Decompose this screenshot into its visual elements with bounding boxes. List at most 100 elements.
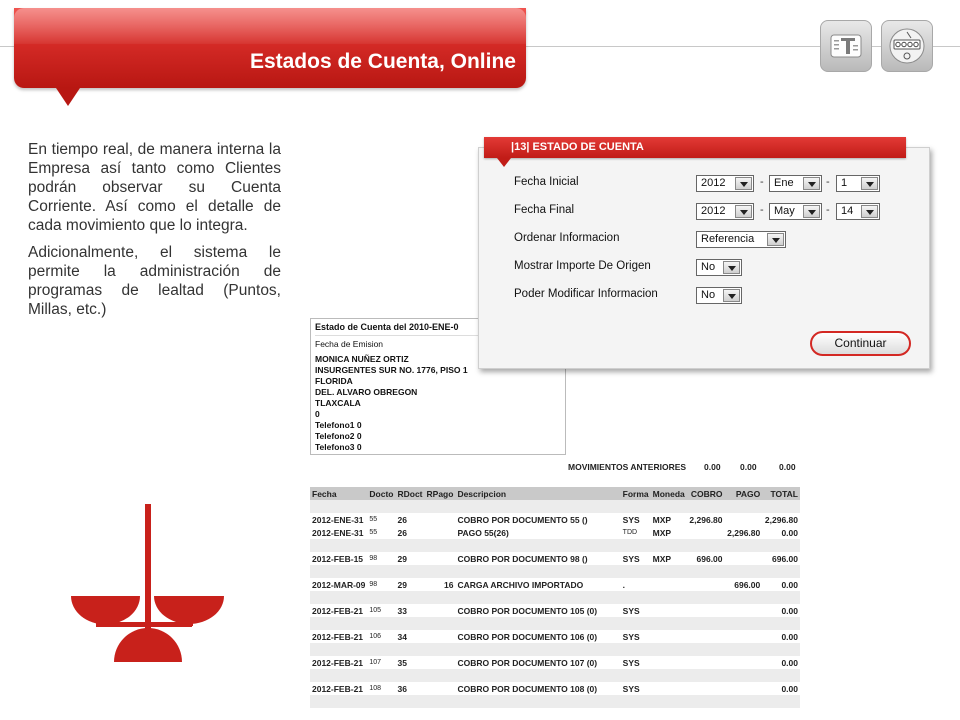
cell-pago <box>725 656 763 669</box>
chevron-down-icon <box>861 177 878 190</box>
cell-pago <box>725 604 763 617</box>
cell-desc: COBRO POR DOCUMENTO 105 (0) <box>457 605 598 616</box>
cell-fecha: 2012-MAR-09 <box>312 579 366 590</box>
spacer-cell <box>310 643 800 656</box>
cell-moneda <box>651 630 687 643</box>
date-separator: - <box>760 204 764 216</box>
cell-forma: TDD <box>622 529 638 536</box>
cell-fecha: 2012-FEB-15 <box>312 553 364 564</box>
cell-cobro <box>687 604 725 617</box>
label-ordenar: Ordenar Informacion <box>514 232 620 244</box>
cell-rdoct: 26 <box>397 514 407 525</box>
spacer-cell <box>310 500 800 513</box>
spacer-cell <box>310 669 800 682</box>
cell-docto: 107 <box>369 659 382 666</box>
select-value: 2012 <box>701 205 726 217</box>
date-separator: - <box>826 176 830 188</box>
customer-line: DEL. ALVARO OBREGON <box>315 387 418 397</box>
chevron-down-icon <box>723 289 740 302</box>
table-spacer-row <box>310 669 800 682</box>
fecha-inicial-day-select[interactable]: 1 <box>836 175 880 192</box>
table-spacer-row <box>310 617 800 630</box>
cell-pago: 2,296.80 <box>727 527 761 538</box>
fecha-inicial-month-select[interactable]: Ene <box>769 175 822 192</box>
fecha-final-day-select[interactable]: 14 <box>836 203 880 220</box>
table-row: 2012-FEB-21 107 35 COBRO POR DOCUMENTO 107 … <box>310 656 800 669</box>
cell-moneda <box>651 604 687 617</box>
title-bubble-tail <box>56 88 80 106</box>
cell-pago <box>725 552 763 565</box>
fecha-final-month-select[interactable]: May <box>769 203 822 220</box>
cell-total: 0.00 <box>781 527 798 538</box>
cell-forma: SYS <box>622 553 640 564</box>
continue-button[interactable]: Continuar <box>810 331 911 356</box>
chevron-down-icon <box>803 205 820 218</box>
cell-forma: SYS <box>622 631 640 642</box>
cell-desc: COBRO POR DOCUMENTO 98 () <box>457 553 588 564</box>
col-forma: Forma <box>620 487 651 500</box>
label-fecha-inicial: Fecha Inicial <box>514 176 579 188</box>
spacer-cell <box>310 695 800 708</box>
register-icon-button[interactable] <box>881 20 933 72</box>
cell-moneda: MXP <box>652 527 672 538</box>
col-fecha: Fecha <box>310 487 368 500</box>
spacer-cell <box>310 539 800 552</box>
label-importe-origen: Mostrar Importe De Origen <box>514 260 651 272</box>
cell-rpago: 16 <box>443 579 454 590</box>
select-value: No <box>701 261 716 273</box>
cell-cobro: 2,296.80 <box>689 514 723 525</box>
table-spacer-row <box>310 565 800 578</box>
cell-cobro <box>687 526 725 539</box>
cell-total: 0.00 <box>781 657 798 668</box>
cell-rdoct: 34 <box>397 631 407 642</box>
cell-desc: COBRO POR DOCUMENTO 107 (0) <box>457 657 598 668</box>
cell-total: 696.00 <box>772 553 798 564</box>
table-row: 2012-ENE-31 55 26 COBRO POR DOCUMENTO 55 ()… <box>310 513 800 526</box>
previous-movements-label: MOVIMIENTOS ANTERIORES <box>568 462 687 472</box>
cell-fecha: 2012-FEB-21 <box>312 657 364 668</box>
cell-pago <box>725 682 763 695</box>
ticket-icon <box>830 34 862 58</box>
chevron-down-icon <box>723 261 740 274</box>
select-value: Referencia <box>701 233 755 245</box>
cell-fecha: 2012-FEB-21 <box>312 683 364 694</box>
col-pago: PAGO <box>724 487 763 500</box>
fecha-inicial-year-select[interactable]: 2012 <box>696 175 754 192</box>
cell-desc: COBRO POR DOCUMENTO 108 (0) <box>457 683 598 694</box>
title-bubble: Estados de Cuenta, Online <box>14 8 526 88</box>
modificar-select[interactable]: No <box>696 287 742 304</box>
table-header-row: Fecha Docto RDoct RPago Descripcion Form… <box>310 487 800 500</box>
cell-desc: CARGA ARCHIVO IMPORTADO <box>457 579 584 590</box>
ticket-icon-button[interactable] <box>820 20 872 72</box>
cell-pago <box>725 630 763 643</box>
col-docto: Docto <box>367 487 396 500</box>
cell-total: 0.00 <box>781 579 798 590</box>
cell-forma: SYS <box>622 605 640 616</box>
cell-rpago <box>425 513 456 526</box>
cell-rdoct: 33 <box>397 605 407 616</box>
cell-docto: 98 <box>369 555 378 562</box>
dialog-banner: |13| ESTADO DE CUENTA <box>484 137 906 158</box>
cell-moneda: MXP <box>652 553 672 564</box>
cell-fecha: 2012-ENE-31 <box>312 527 364 538</box>
cell-fecha: 2012-FEB-21 <box>312 631 364 642</box>
intro-text: En tiempo real, de manera interna la Emp… <box>28 140 281 327</box>
label-modificar: Poder Modificar Informacion <box>514 288 658 300</box>
page-title: Estados de Cuenta, Online <box>249 50 516 73</box>
select-value: May <box>774 205 795 217</box>
col-rdoct: RDoct <box>395 487 425 500</box>
col-descripcion: Descripcion <box>455 487 621 500</box>
cell-docto: 108 <box>369 685 382 692</box>
fecha-final-year-select[interactable]: 2012 <box>696 203 754 220</box>
chevron-down-icon <box>735 177 752 190</box>
ordenar-select[interactable]: Referencia <box>696 231 786 248</box>
cell-docto: 105 <box>369 607 382 614</box>
cell-rdoct: 29 <box>397 579 407 590</box>
table-row: 2012-FEB-21 106 34 COBRO POR DOCUMENTO 106 … <box>310 630 800 643</box>
cell-fecha: 2012-ENE-31 <box>312 514 364 525</box>
table-spacer-row <box>310 539 800 552</box>
cell-rpago <box>425 526 456 539</box>
cell-cobro: 696.00 <box>696 553 723 564</box>
cell-desc: COBRO POR DOCUMENTO 55 () <box>457 514 588 525</box>
importe-origen-select[interactable]: No <box>696 259 742 276</box>
